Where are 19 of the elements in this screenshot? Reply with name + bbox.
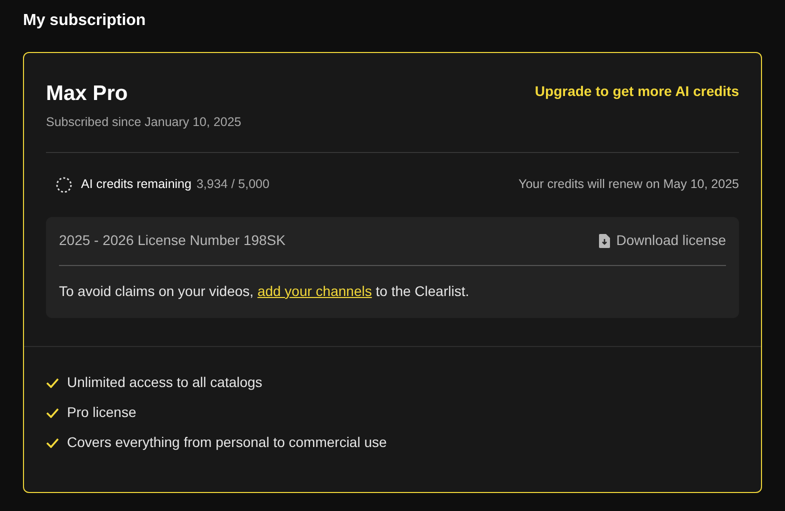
plan-name: Max Pro [46, 81, 129, 107]
feature-text: Unlimited access to all catalogs [67, 373, 262, 392]
credits-label: AI credits remaining [81, 176, 192, 194]
notice-text: To avoid claims on your videos, add your channels to the Clearlist. [59, 282, 470, 301]
spinner-icon [56, 176, 72, 193]
check-icon [46, 378, 59, 388]
renewal-date: Your credits will renew on May 10, 2025 [518, 176, 739, 194]
section-heading: My subscription [23, 11, 147, 31]
check-icon [46, 408, 59, 418]
add-channels-link[interactable]: add your channels [257, 282, 372, 299]
feature-text: Pro license [67, 403, 136, 422]
subscribed-since: Subscribed since January 10, 2025 [46, 114, 242, 131]
download-license-button[interactable]: Download license [599, 230, 726, 252]
check-icon [46, 438, 59, 448]
upgrade-link[interactable]: Upgrade to get more AI credits [534, 81, 739, 102]
feature-text: Covers everything from personal to commercial use [67, 433, 387, 452]
file-download-icon [599, 234, 610, 248]
credits-count: 3,934 / 5,000 [196, 176, 270, 194]
license-number: 2025 - 2026 License Number 198SK [59, 231, 286, 250]
